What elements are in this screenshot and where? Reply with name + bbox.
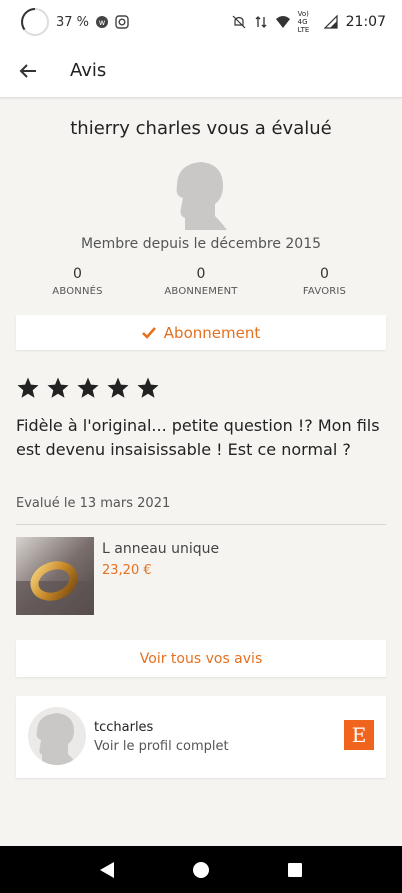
mute-icon (232, 15, 246, 29)
app-bar: Avis (0, 44, 402, 98)
stat-value: 0 (320, 266, 329, 282)
network-type-label: Vo) 4G LTE (297, 10, 310, 34)
star-icon (107, 377, 129, 398)
user-avatar (28, 707, 86, 765)
nav-home-button[interactable] (189, 858, 213, 882)
divider (16, 524, 386, 525)
star-rating (16, 376, 160, 400)
triangle-back-icon (100, 861, 114, 878)
page-title: Avis (70, 60, 107, 81)
stat-followers[interactable]: 0 ABONNÉS (16, 266, 139, 297)
star-icon (47, 377, 69, 398)
view-all-reviews-label: Voir tous vos avis (139, 650, 263, 667)
svg-text:w: w (99, 18, 106, 27)
cell-signal-icon (323, 15, 338, 29)
view-full-profile-link[interactable]: Voir le profil complet (94, 739, 229, 754)
product-name[interactable]: L anneau unique (102, 541, 219, 557)
stat-value: 0 (196, 266, 206, 282)
etsy-logo-icon: E (344, 720, 374, 750)
instagram-icon (115, 15, 129, 29)
checkmark-icon (141, 326, 156, 339)
square-recents-icon (288, 862, 302, 877)
follow-button-label: Abonnement (163, 323, 261, 342)
follow-button[interactable]: Abonnement (16, 315, 386, 350)
nav-recents-button[interactable] (283, 858, 307, 882)
product-price: 23,20 € (102, 563, 152, 578)
nav-back-button[interactable] (95, 858, 119, 882)
clock: 21:07 (345, 14, 386, 30)
username: tccharles (94, 720, 154, 735)
star-icon (77, 377, 99, 398)
member-since-text: Membre depuis le décembre 2015 (80, 236, 322, 252)
view-all-reviews-button[interactable]: Voir tous vos avis (16, 640, 386, 677)
status-bar: 37 % w Vo) 4G LTE 21:07 (0, 0, 402, 44)
stat-label: ABONNEMENT (164, 286, 238, 297)
stats-row: 0 ABONNÉS 0 ABONNEMENT 0 FAVORIS (16, 266, 386, 297)
app-notification-icon: w (96, 16, 109, 28)
data-transfer-icon (255, 16, 267, 28)
star-icon (137, 377, 159, 398)
wifi-icon (275, 16, 290, 28)
review-date: Evalué le 13 mars 2021 (16, 496, 171, 511)
battery-ring-icon (21, 8, 49, 36)
battery-percentage: 37 % (56, 14, 90, 30)
reviewer-avatar (176, 162, 227, 230)
review-text: Fidèle à l'original... petite question !… (16, 416, 380, 459)
navigation-bar (0, 846, 402, 893)
reviewer-heading: thierry charles vous a évalué (70, 118, 332, 139)
profile-card[interactable]: tccharles Voir le profil complet E (16, 696, 386, 778)
circle-home-icon (193, 861, 209, 878)
stat-value: 0 (73, 266, 82, 282)
stat-favorites[interactable]: 0 FAVORIS (263, 266, 386, 297)
stat-following[interactable]: 0 ABONNEMENT (140, 266, 263, 297)
product-thumbnail[interactable] (16, 537, 94, 615)
back-button[interactable] (0, 44, 56, 98)
stat-label: FAVORIS (302, 286, 347, 297)
star-icon (17, 377, 39, 398)
stat-label: ABONNÉS (52, 286, 103, 297)
arrow-left-icon (19, 63, 36, 78)
